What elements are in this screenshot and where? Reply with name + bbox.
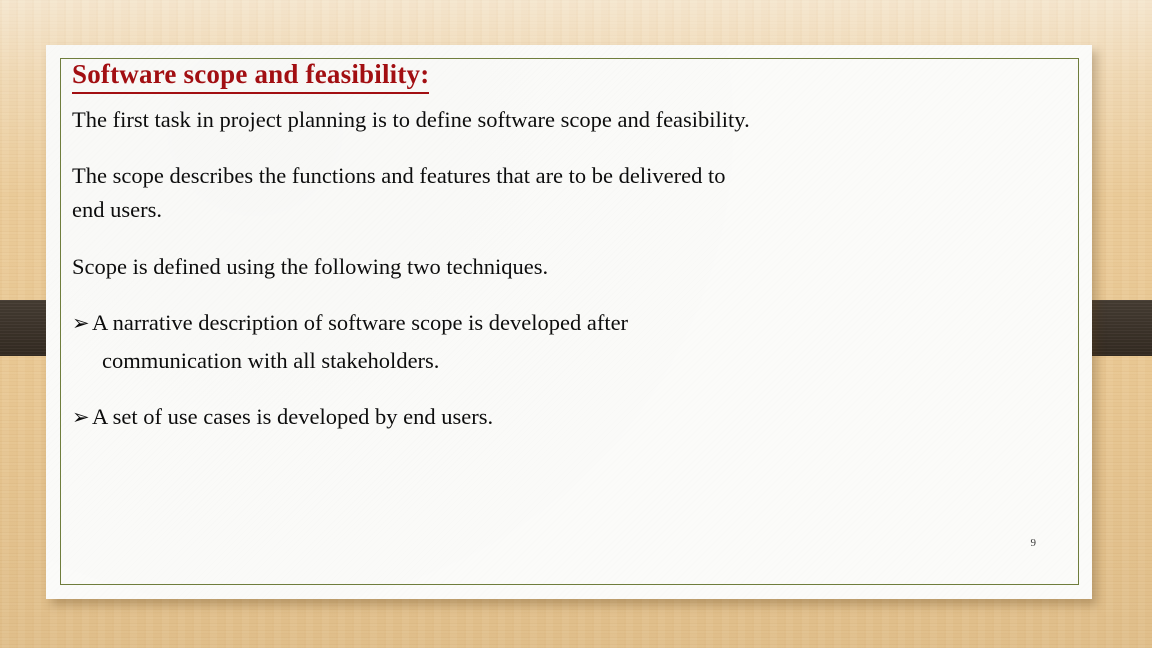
slide-content-card: Software scope and feasibility: The firs… bbox=[46, 45, 1092, 599]
slide-body: Software scope and feasibility: The firs… bbox=[72, 57, 1042, 439]
list-item: ➢ A narrative description of software sc… bbox=[72, 307, 1040, 339]
list-item-continuation: communication with all stakeholders. bbox=[102, 348, 440, 373]
list-item: ➢ A set of use cases is developed by end… bbox=[72, 401, 1040, 433]
body-paragraph-4: Scope is defined using the following two… bbox=[72, 254, 549, 279]
body-paragraph-2: The scope describes the functions and fe… bbox=[72, 163, 726, 188]
presentation-slide: Software scope and feasibility: The firs… bbox=[0, 0, 1152, 648]
list-item-label: A set of use cases is developed by end u… bbox=[92, 404, 494, 429]
list-item-label: A narrative description of software scop… bbox=[92, 310, 629, 335]
body-paragraph-1: The first task in project planning is to… bbox=[72, 107, 750, 132]
body-paragraph-3: end users. bbox=[72, 197, 162, 222]
arrowhead-bullet-icon: ➢ bbox=[72, 405, 90, 429]
arrowhead-bullet-icon: ➢ bbox=[72, 311, 90, 335]
page-title: Software scope and feasibility: bbox=[72, 57, 430, 94]
slide-number: 9 bbox=[1030, 537, 1037, 549]
